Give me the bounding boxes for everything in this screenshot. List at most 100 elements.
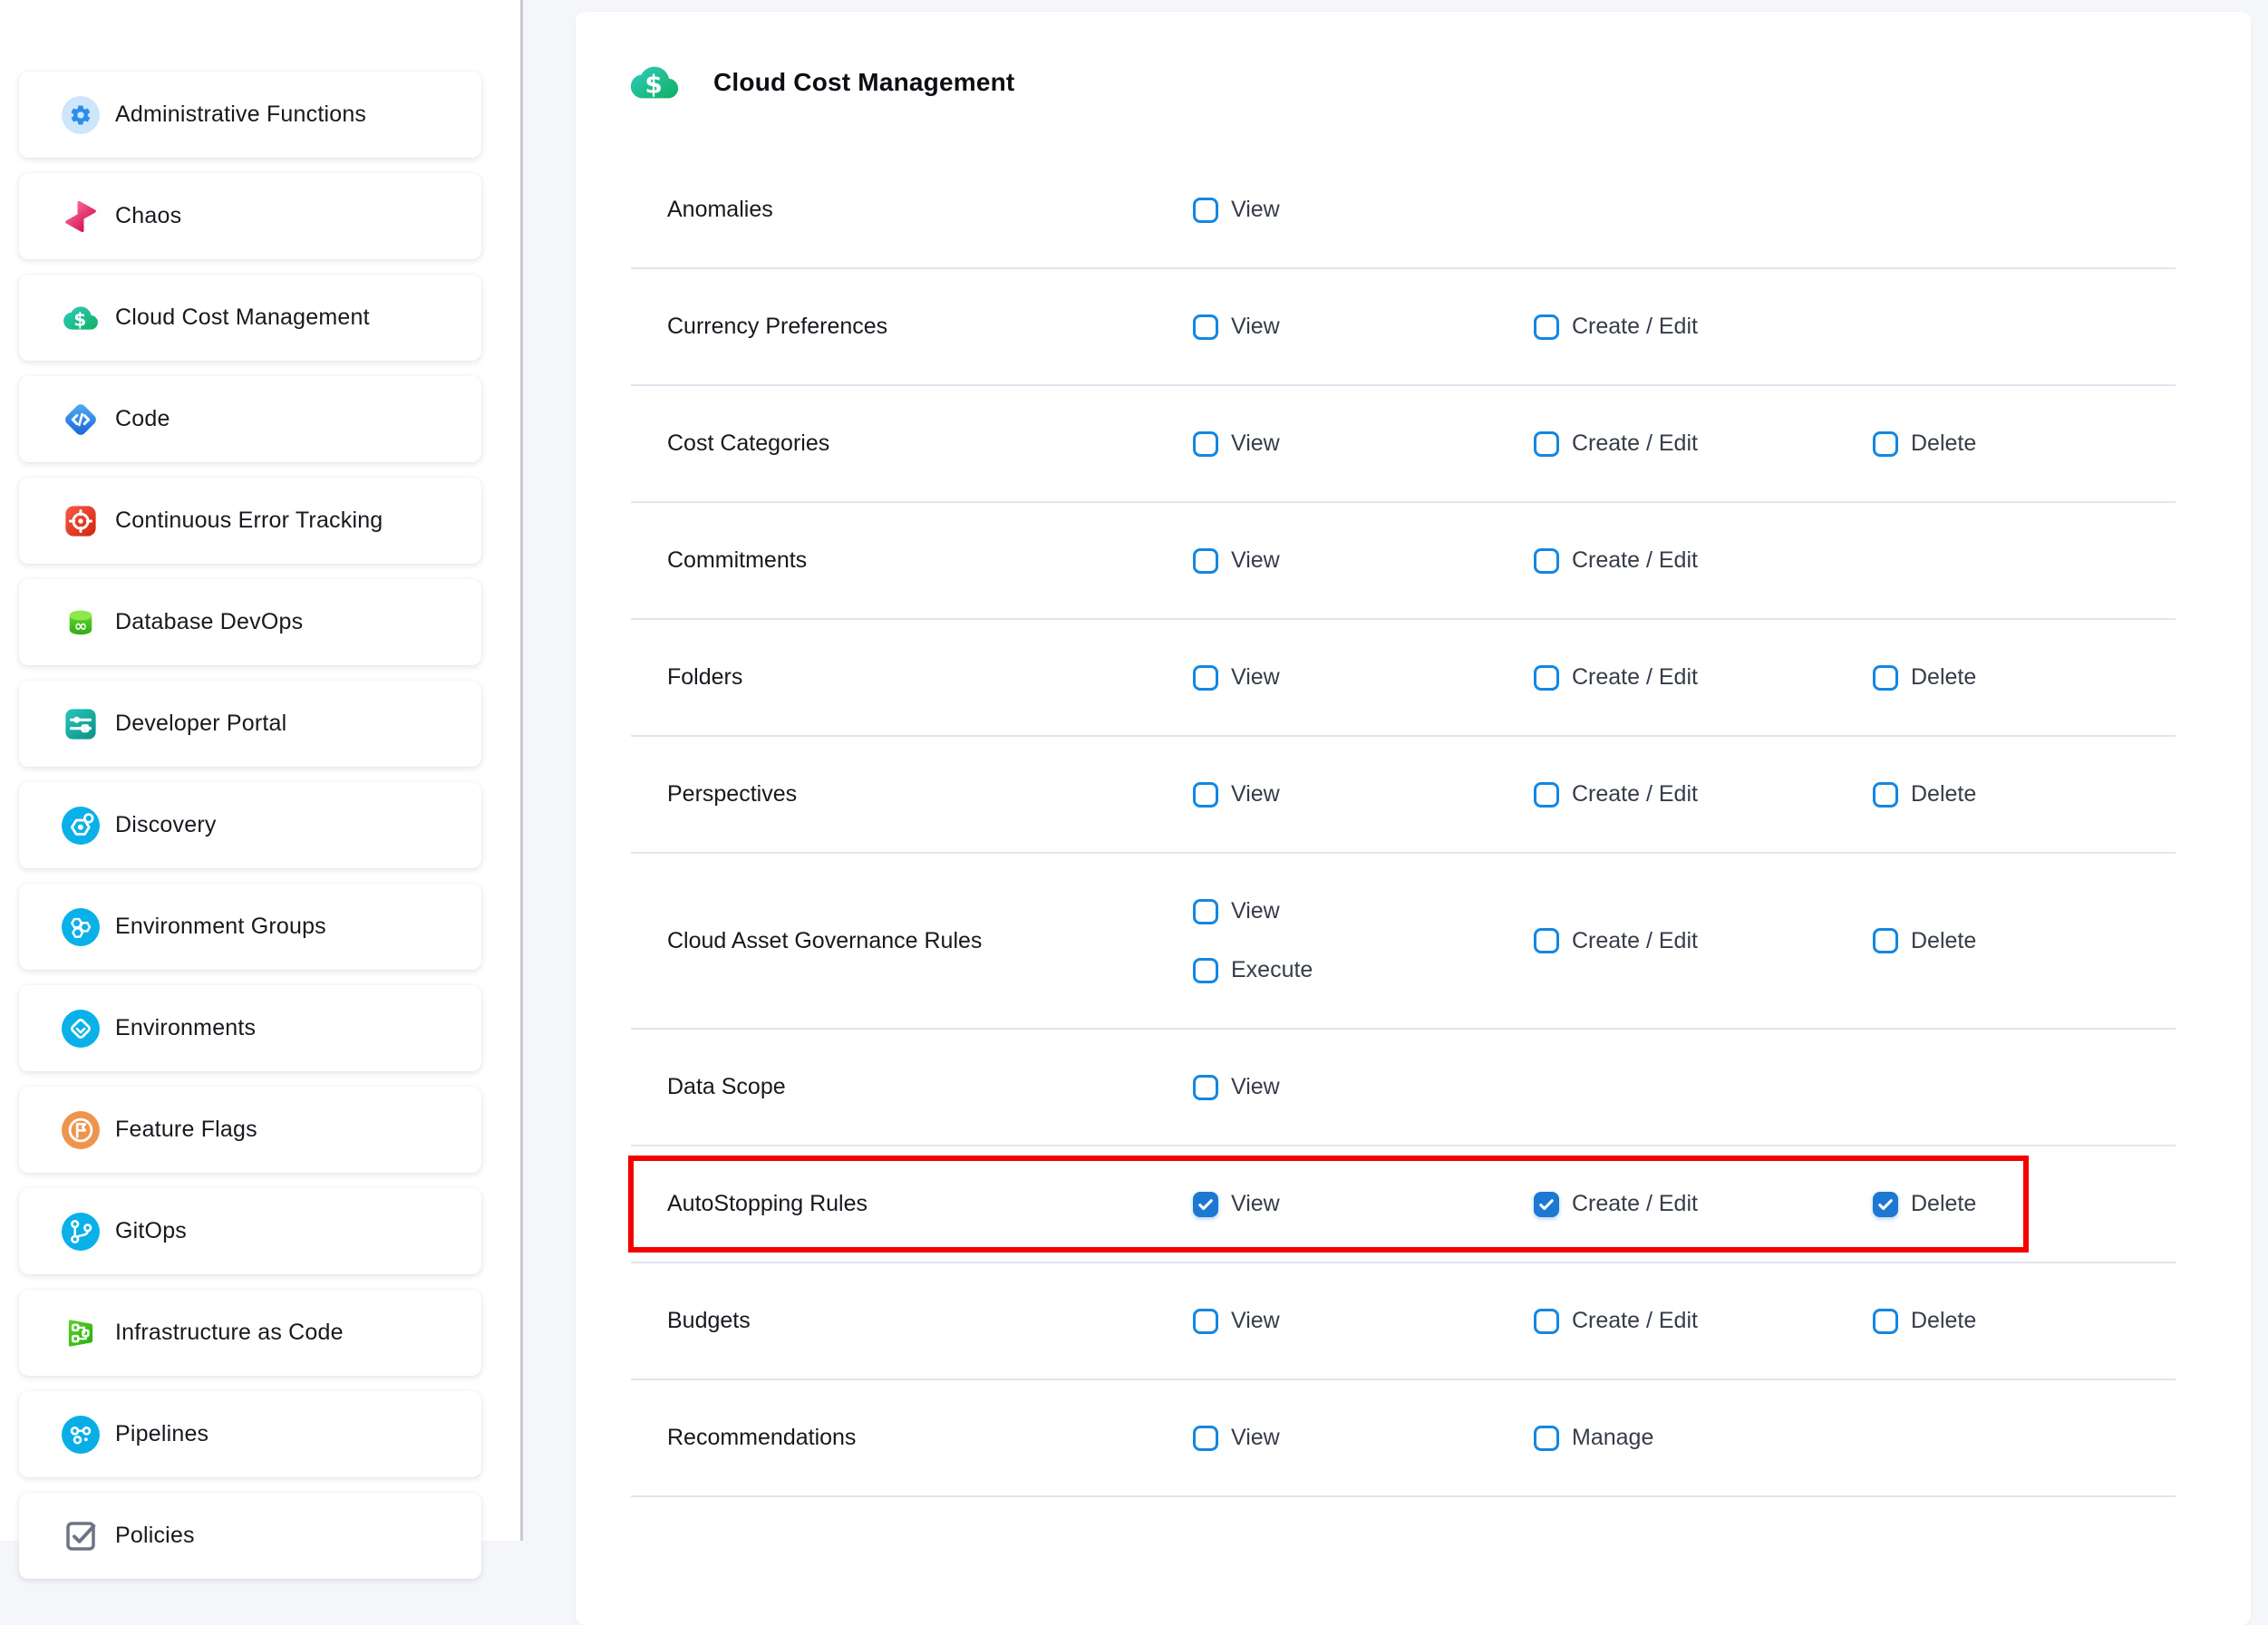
chaos-pinwheel-icon [62,198,100,236]
checkbox-label: Delete [1911,430,1976,457]
checkbox-label: View [1231,1308,1280,1334]
checkbox-folders-create-edit[interactable]: Create / Edit [1534,664,1698,691]
checkbox-label: Create / Edit [1572,1308,1698,1334]
unchecked-checkbox-icon[interactable] [1193,431,1218,457]
checkbox-folders-view[interactable]: View [1193,664,1280,691]
checkbox-label: Delete [1911,664,1976,691]
unchecked-checkbox-icon[interactable] [1534,314,1559,340]
permission-cell: Create / Edit [1534,928,1873,954]
unchecked-checkbox-icon[interactable] [1534,548,1559,574]
sidebar-item-database-devops[interactable]: ∞Database DevOps [19,579,481,665]
checked-checkbox-icon[interactable] [1193,1192,1218,1217]
resource-label: Currency Preferences [631,314,1193,340]
checkbox-data-scope-view[interactable]: View [1193,1074,1280,1100]
sidebar-item-label: Environment Groups [115,914,326,940]
sidebar-item-environment-groups[interactable]: Environment Groups [19,884,481,970]
checkbox-cost-categories-view[interactable]: View [1193,430,1280,457]
permission-row-cloud-asset-governance-rules: Cloud Asset Governance RulesViewExecuteC… [631,854,2176,1030]
unchecked-checkbox-icon[interactable] [1193,958,1218,983]
unchecked-checkbox-icon[interactable] [1534,1426,1559,1451]
checkbox-cloud-asset-governance-rules-view[interactable]: View [1193,898,1280,924]
sidebar-item-gitops[interactable]: GitOps [19,1188,481,1274]
unchecked-checkbox-icon[interactable] [1193,665,1218,691]
checkbox-perspectives-create-edit[interactable]: Create / Edit [1534,781,1698,808]
checkbox-budgets-create-edit[interactable]: Create / Edit [1534,1308,1698,1334]
error-target-icon [62,502,100,540]
unchecked-checkbox-icon[interactable] [1873,431,1898,457]
unchecked-checkbox-icon[interactable] [1193,1075,1218,1100]
unchecked-checkbox-icon[interactable] [1193,198,1218,223]
permissions-table: AnomaliesViewCurrency PreferencesViewCre… [631,152,2176,1497]
permission-cell: Create / Edit [1534,664,1873,691]
unchecked-checkbox-icon[interactable] [1534,1309,1559,1334]
checkbox-label: Manage [1572,1425,1653,1451]
unchecked-checkbox-icon[interactable] [1193,1309,1218,1334]
unchecked-checkbox-icon[interactable] [1873,665,1898,691]
checkbox-folders-delete[interactable]: Delete [1873,664,1976,691]
unchecked-checkbox-icon[interactable] [1873,1309,1898,1334]
unchecked-checkbox-icon[interactable] [1534,431,1559,457]
feature-flag-icon [62,1111,100,1149]
checkbox-label: View [1231,664,1280,691]
checkbox-label: View [1231,1074,1280,1100]
sidebar-item-pipelines[interactable]: Pipelines [19,1391,481,1477]
sidebar-item-label: Policies [115,1523,195,1549]
unchecked-checkbox-icon[interactable] [1193,548,1218,574]
permission-cell: Delete [1873,1308,2176,1334]
permission-row-cost-categories: Cost CategoriesViewCreate / EditDelete [631,386,2176,503]
checkbox-label: View [1231,1425,1280,1451]
permission-cell: View [1193,1308,1534,1334]
permission-cell: Create / Edit [1534,547,1873,574]
checked-checkbox-icon[interactable] [1534,1192,1559,1217]
checkbox-budgets-delete[interactable]: Delete [1873,1308,1976,1334]
checkbox-cost-categories-delete[interactable]: Delete [1873,430,1976,457]
checkbox-cost-categories-create-edit[interactable]: Create / Edit [1534,430,1698,457]
checkbox-autostopping-rules-create-edit[interactable]: Create / Edit [1534,1191,1698,1217]
unchecked-checkbox-icon[interactable] [1534,782,1559,808]
checkbox-perspectives-view[interactable]: View [1193,781,1280,808]
unchecked-checkbox-icon[interactable] [1193,314,1218,340]
unchecked-checkbox-icon[interactable] [1534,928,1559,953]
sidebar-item-developer-portal[interactable]: Developer Portal [19,681,481,767]
unchecked-checkbox-icon[interactable] [1193,899,1218,924]
checkbox-budgets-view[interactable]: View [1193,1308,1280,1334]
svg-text:∞: ∞ [74,617,88,635]
sidebar-item-cloud-cost-management[interactable]: $Cloud Cost Management [19,275,481,361]
sidebar-item-continuous-error-tracking[interactable]: Continuous Error Tracking [19,478,481,564]
environments-cube-icon [62,1010,100,1048]
unchecked-checkbox-icon[interactable] [1873,928,1898,953]
unchecked-checkbox-icon[interactable] [1534,665,1559,691]
unchecked-checkbox-icon[interactable] [1193,1426,1218,1451]
checkbox-cloud-asset-governance-rules-execute[interactable]: Execute [1193,957,1313,983]
resource-label: AutoStopping Rules [631,1191,1193,1217]
sidebar-item-label: Environments [115,1015,256,1041]
sidebar-item-infrastructure-as-code[interactable]: Infrastructure as Code [19,1290,481,1376]
sidebar-item-feature-flags[interactable]: Feature Flags [19,1087,481,1173]
checkbox-anomalies-view[interactable]: View [1193,197,1280,223]
sidebar-item-code[interactable]: Code [19,376,481,462]
sidebar-item-environments[interactable]: Environments [19,985,481,1071]
checkbox-cloud-asset-governance-rules-delete[interactable]: Delete [1873,928,1976,954]
sidebar-item-discovery[interactable]: Discovery [19,782,481,868]
checkbox-autostopping-rules-view[interactable]: View [1193,1191,1280,1217]
checkbox-autostopping-rules-delete[interactable]: Delete [1873,1191,1976,1217]
permission-cell: Create / Edit [1534,314,1873,340]
checkbox-commitments-view[interactable]: View [1193,547,1280,574]
unchecked-checkbox-icon[interactable] [1193,782,1218,808]
checkbox-commitments-create-edit[interactable]: Create / Edit [1534,547,1698,574]
permission-cell: View [1193,1074,1534,1100]
sidebar-item-administrative-functions[interactable]: Administrative Functions [19,72,481,158]
sidebar-item-policies[interactable]: Policies [19,1493,481,1579]
unchecked-checkbox-icon[interactable] [1873,782,1898,808]
checked-checkbox-icon[interactable] [1873,1192,1898,1217]
checkbox-recommendations-view[interactable]: View [1193,1425,1280,1451]
checkbox-label: Delete [1911,1308,1976,1334]
checkbox-cloud-asset-governance-rules-create-edit[interactable]: Create / Edit [1534,928,1698,954]
checkbox-perspectives-delete[interactable]: Delete [1873,781,1976,808]
checkbox-currency-preferences-create-edit[interactable]: Create / Edit [1534,314,1698,340]
checkbox-recommendations-manage[interactable]: Manage [1534,1425,1653,1451]
sidebar-item-chaos[interactable]: Chaos [19,173,481,259]
checkbox-currency-preferences-view[interactable]: View [1193,314,1280,340]
cloud-dollar-icon: $ [62,299,100,337]
main-content: $ Cloud Cost Management AnomaliesViewCur… [526,0,2268,1541]
